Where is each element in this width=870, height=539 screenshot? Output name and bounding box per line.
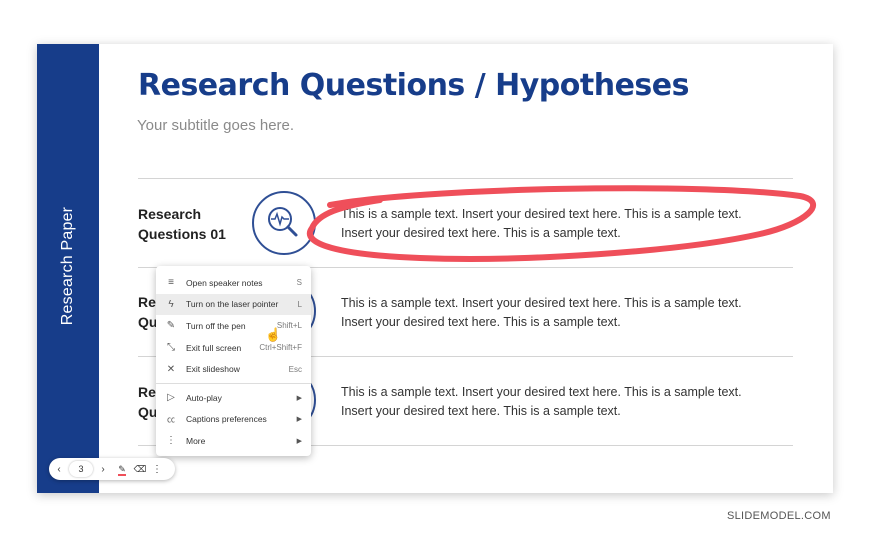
menu-item-label: Turn on the laser pointer <box>186 299 279 310</box>
watermark: SLIDEMODEL.COM <box>727 510 831 522</box>
menu-item-label: Turn off the pen <box>186 320 246 331</box>
pen-icon: ✎ <box>118 463 126 476</box>
menu-item-label: Open speaker notes <box>186 277 263 288</box>
close-icon: ✕ <box>166 363 176 375</box>
submenu-arrow-icon: ▶ <box>296 416 302 424</box>
notes-icon: ≡ <box>168 277 174 289</box>
divider <box>138 178 793 179</box>
eraser-button[interactable]: ⌫ <box>131 464 149 475</box>
presenter-toolbar: ‹ 3 › ✎ ⌫ ⋮ <box>49 458 175 480</box>
prev-slide-button[interactable]: ‹ <box>49 464 69 475</box>
menu-item-label: Exit full screen <box>186 342 242 353</box>
magnifier-heartbeat-icon <box>252 191 316 255</box>
menu-item-shortcut: S <box>296 278 302 288</box>
more-options-button[interactable]: ⋮ <box>149 464 165 475</box>
submenu-arrow-icon: ▶ <box>296 394 302 402</box>
pen-icon: ✎ <box>166 320 176 332</box>
slide-title: Research Questions / Hypotheses <box>138 68 689 103</box>
next-slide-button[interactable]: › <box>93 464 113 475</box>
play-icon: ▷ <box>167 392 175 404</box>
side-bar: Research Paper <box>37 44 99 493</box>
menu-item-label: Auto-play <box>186 392 222 403</box>
slide-subtitle: Your subtitle goes here. <box>137 117 295 134</box>
side-label: Research Paper <box>59 206 76 326</box>
row-label: Research Questions 01 <box>138 204 238 244</box>
menu-item-captions-preferences[interactable]: ㏄ Captions preferences ▶ <box>156 409 311 431</box>
menu-item-exit-full-screen[interactable]: ⤡ Exit full screen Ctrl+Shift+F <box>156 337 311 359</box>
menu-item-label: Exit slideshow <box>186 364 240 375</box>
eraser-icon: ⌫ <box>133 463 147 474</box>
menu-item-shortcut: Ctrl+Shift+F <box>259 343 302 353</box>
context-menu: ≡ Open speaker notes S ϟ Turn on the las… <box>156 266 311 456</box>
row-text: This is a sample text. Insert your desir… <box>341 207 742 240</box>
exit-fullscreen-icon: ⤡ <box>167 342 175 354</box>
menu-item-label: Captions preferences <box>186 414 267 425</box>
menu-item-exit-slideshow[interactable]: ✕ Exit slideshow Esc <box>156 358 311 380</box>
pen-button[interactable]: ✎ <box>113 463 131 476</box>
slideshow-view: Research Paper Research Questions / Hypo… <box>0 0 870 539</box>
menu-item-turn-off-pen[interactable]: ✎ Turn off the pen Shift+L <box>156 315 311 337</box>
menu-item-more[interactable]: ⋮ More ▶ <box>156 430 311 452</box>
menu-item-laser-pointer[interactable]: ϟ Turn on the laser pointer L <box>156 293 311 316</box>
menu-item-shortcut: Esc <box>288 364 302 374</box>
row-label-line: Research <box>138 206 202 222</box>
more-icon: ⋮ <box>166 435 176 447</box>
page-number[interactable]: 3 <box>69 461 93 477</box>
submenu-arrow-icon: ▶ <box>296 437 302 445</box>
menu-item-auto-play[interactable]: ▷ Auto-play ▶ <box>156 387 311 409</box>
menu-item-shortcut: Shift+L <box>276 321 302 331</box>
menu-separator <box>156 382 311 384</box>
row-text: This is a sample text. Insert your desir… <box>341 296 742 329</box>
menu-item-open-speaker-notes[interactable]: ≡ Open speaker notes S <box>156 272 311 294</box>
laser-pointer-icon: ϟ <box>168 298 174 310</box>
row-text: This is a sample text. Insert your desir… <box>341 385 742 418</box>
hand-cursor-icon: ☝ <box>265 327 282 342</box>
row-label-line: Questions 01 <box>138 226 226 242</box>
captions-icon: ㏄ <box>167 414 175 424</box>
menu-item-shortcut: L <box>297 299 302 309</box>
menu-item-label: More <box>186 435 206 446</box>
